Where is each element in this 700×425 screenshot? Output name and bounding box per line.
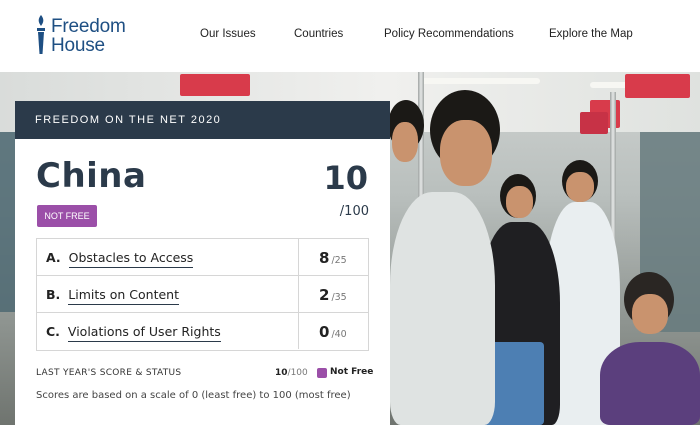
row-score-max: /35 [331, 292, 347, 303]
ad-poster [180, 74, 250, 96]
status-dot-icon [317, 368, 327, 378]
row-score-value: 2 [319, 286, 330, 304]
row-score-value: 0 [319, 323, 330, 341]
violations-of-user-rights-link[interactable]: Violations of User Rights [67, 324, 221, 342]
last-year-score: 10/100 [275, 368, 308, 378]
last-year-label: LAST YEAR'S SCORE & STATUS [36, 368, 182, 378]
torch-icon [37, 15, 45, 54]
ceiling-light [420, 78, 540, 84]
site-header: Freedom House Our Issues Countries Polic… [0, 0, 700, 72]
country-name: China [36, 156, 147, 196]
table-row: A. Obstacles to Access 8/25 [37, 239, 368, 276]
nav-our-issues[interactable]: Our Issues [200, 28, 256, 40]
report-title: FREEDOM ON THE NET 2020 [35, 114, 222, 126]
row-score-max: /40 [331, 329, 347, 340]
ad-poster [625, 74, 690, 98]
last-year-status: Not Free [330, 367, 374, 377]
row-letter: A. [46, 250, 61, 265]
nav-countries[interactable]: Countries [294, 28, 343, 40]
row-score: 2/35 [298, 276, 369, 312]
obstacles-to-access-link[interactable]: Obstacles to Access [68, 250, 194, 268]
score-breakdown-table: A. Obstacles to Access 8/25 B. Limits on… [36, 238, 369, 351]
passenger [390, 192, 495, 425]
ad-poster [580, 112, 608, 134]
table-row: B. Limits on Content 2/35 [37, 276, 368, 313]
logo-line1: Freedom [51, 16, 126, 37]
passenger-face [632, 294, 668, 334]
logo-line2: House [51, 35, 105, 56]
freedom-house-logo[interactable]: Freedom House [34, 14, 144, 58]
row-score-value: 8 [319, 249, 330, 267]
scale-note: Scores are based on a scale of 0 (least … [36, 390, 351, 401]
total-score: 10 [323, 159, 368, 197]
score-card: FREEDOM ON THE NET 2020 China 10 /100 NO… [15, 101, 390, 425]
row-score-max: /25 [331, 255, 347, 266]
passenger-face [506, 186, 533, 218]
nav-policy-recommendations[interactable]: Policy Recommendations [384, 28, 514, 40]
passenger-face [392, 122, 418, 162]
last-year-score-max: /100 [287, 368, 308, 378]
row-score: 8/25 [298, 239, 369, 275]
total-score-max: /100 [339, 204, 369, 219]
row-letter: B. [46, 287, 61, 302]
last-year-score-value: 10 [275, 368, 288, 378]
passenger [600, 342, 700, 425]
row-letter: C. [46, 324, 60, 339]
passenger-face [566, 172, 594, 202]
table-row: C. Violations of User Rights 0/40 [37, 313, 368, 350]
row-score: 0/40 [298, 313, 369, 349]
status-badge: NOT FREE [37, 205, 97, 227]
passenger-face [440, 120, 492, 186]
nav-explore-the-map[interactable]: Explore the Map [549, 28, 633, 40]
limits-on-content-link[interactable]: Limits on Content [68, 287, 179, 305]
card-header: FREEDOM ON THE NET 2020 [15, 101, 390, 139]
